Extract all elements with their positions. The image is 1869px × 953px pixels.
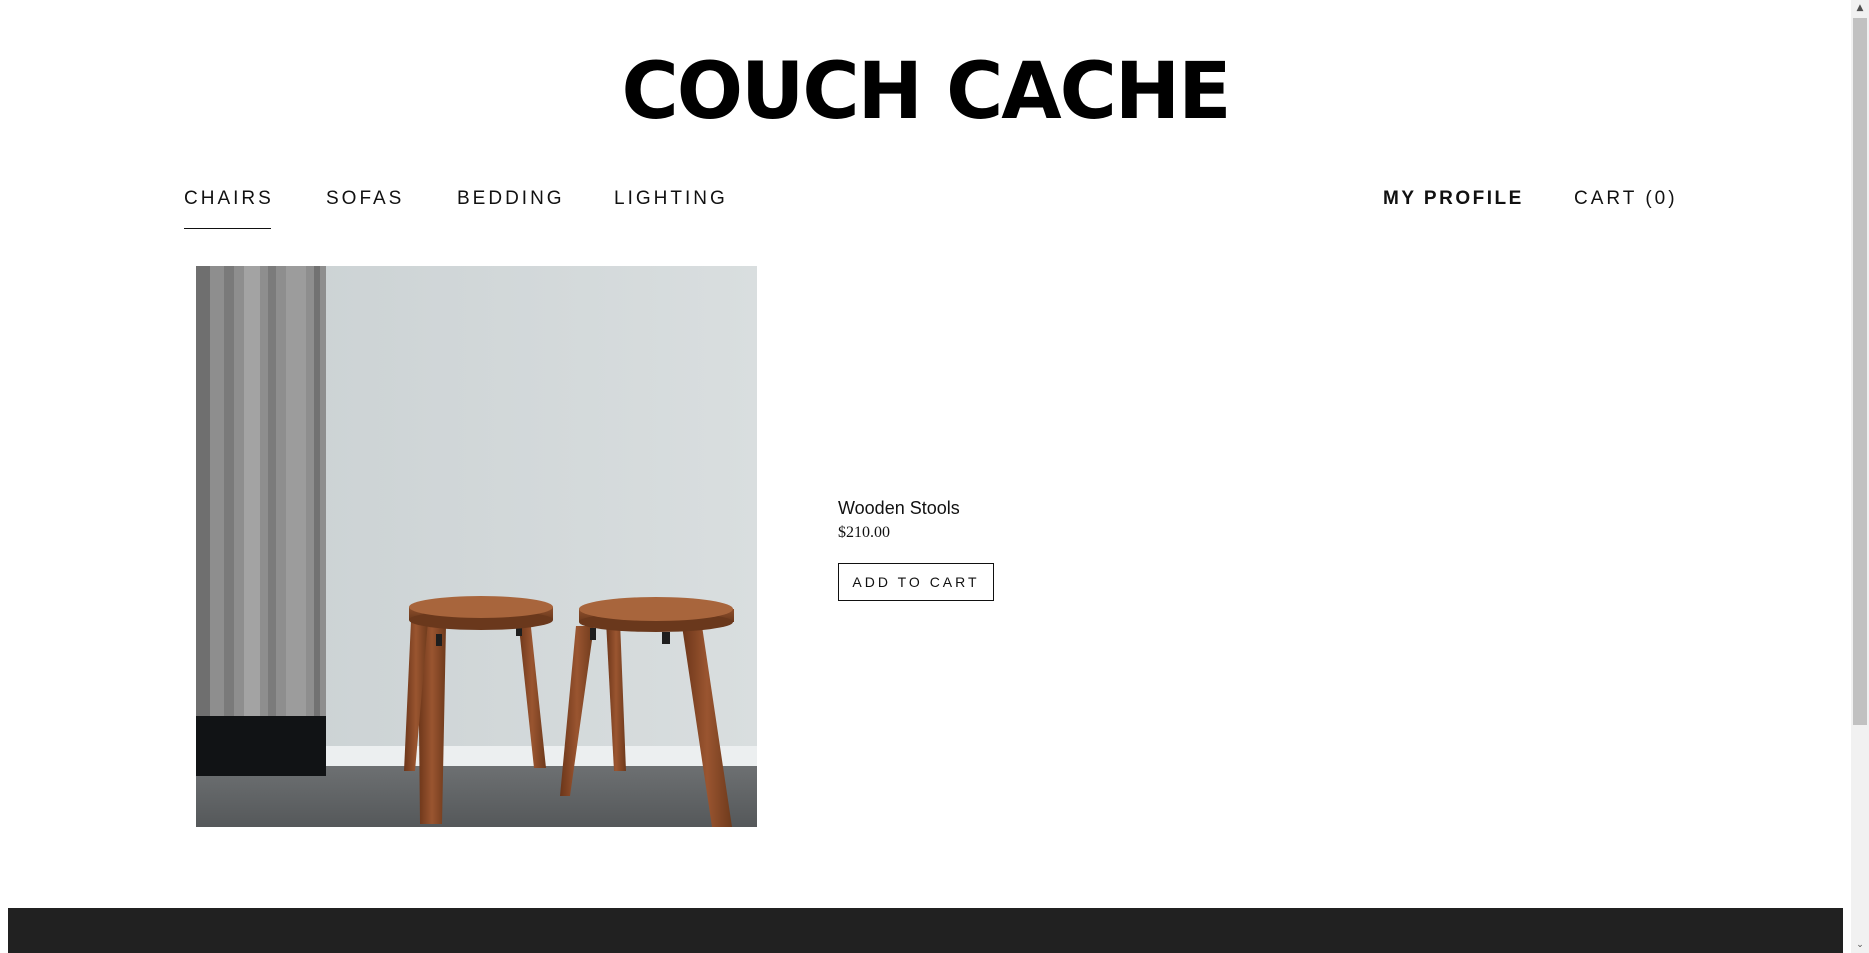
nav-link-bedding[interactable]: BEDDING [457,186,565,212]
nav-link-sofas[interactable]: SOFAS [326,186,404,212]
nav-link-lighting[interactable]: LIGHTING [614,186,728,212]
add-to-cart-button[interactable]: ADD TO CART [838,563,994,601]
wooden-stools-photo [196,266,757,827]
product-price: $210.00 [838,524,890,541]
my-profile-link[interactable]: MY PROFILE [1383,186,1524,212]
cart-link[interactable]: CART (0) [1574,186,1678,212]
product-name[interactable]: Wooden Stools [838,498,960,519]
scroll-down-icon[interactable]: ⌄ [1851,937,1869,953]
nav-link-chairs[interactable]: CHAIRS [184,186,274,229]
footer [8,908,1843,953]
product-image[interactable] [196,266,757,827]
vertical-scrollbar[interactable]: ▲ ⌄ [1851,0,1869,953]
scrollbar-thumb[interactable] [1853,18,1867,725]
scroll-up-icon[interactable]: ▲ [1851,0,1869,16]
site-logo[interactable]: COUCH CACHE [0,44,1851,140]
page: COUCH CACHE CHAIRS SOFAS BEDDING LIGHTIN… [0,0,1851,953]
